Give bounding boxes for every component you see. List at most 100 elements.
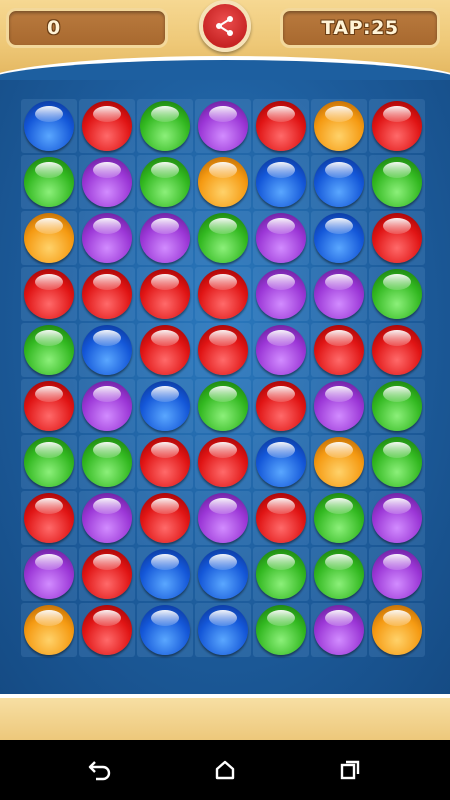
green-ball[interactable] <box>256 605 306 655</box>
purple-ball[interactable] <box>82 157 132 207</box>
orange-ball[interactable] <box>24 213 74 263</box>
grid-cell[interactable] <box>21 211 77 265</box>
grid-cell[interactable] <box>79 603 135 657</box>
blue-ball[interactable] <box>140 549 190 599</box>
purple-ball[interactable] <box>314 605 364 655</box>
grid-cell[interactable] <box>369 379 425 433</box>
green-ball[interactable] <box>314 493 364 543</box>
grid-cell[interactable] <box>369 491 425 545</box>
grid-cell[interactable] <box>195 99 251 153</box>
grid-cell[interactable] <box>369 603 425 657</box>
grid-cell[interactable] <box>21 379 77 433</box>
blue-ball[interactable] <box>82 325 132 375</box>
grid-cell[interactable] <box>253 99 309 153</box>
red-ball[interactable] <box>256 101 306 151</box>
green-ball[interactable] <box>314 549 364 599</box>
grid-cell[interactable] <box>21 155 77 209</box>
purple-ball[interactable] <box>140 213 190 263</box>
purple-ball[interactable] <box>198 101 248 151</box>
grid-cell[interactable] <box>137 323 193 377</box>
grid-cell[interactable] <box>311 267 367 321</box>
purple-ball[interactable] <box>372 493 422 543</box>
grid-cell[interactable] <box>79 491 135 545</box>
grid-cell[interactable] <box>79 547 135 601</box>
red-ball[interactable] <box>24 493 74 543</box>
blue-ball[interactable] <box>314 213 364 263</box>
red-ball[interactable] <box>24 269 74 319</box>
red-ball[interactable] <box>140 325 190 375</box>
green-ball[interactable] <box>372 157 422 207</box>
nav-home-button[interactable] <box>205 754 245 786</box>
grid-cell[interactable] <box>369 99 425 153</box>
grid-cell[interactable] <box>137 547 193 601</box>
purple-ball[interactable] <box>82 213 132 263</box>
grid-cell[interactable] <box>137 267 193 321</box>
grid-cell[interactable] <box>195 379 251 433</box>
grid-cell[interactable] <box>195 267 251 321</box>
grid-cell[interactable] <box>21 603 77 657</box>
red-ball[interactable] <box>372 213 422 263</box>
purple-ball[interactable] <box>372 549 422 599</box>
grid-cell[interactable] <box>21 323 77 377</box>
grid-cell[interactable] <box>253 491 309 545</box>
red-ball[interactable] <box>198 325 248 375</box>
red-ball[interactable] <box>372 325 422 375</box>
green-ball[interactable] <box>82 437 132 487</box>
grid-cell[interactable] <box>253 603 309 657</box>
red-ball[interactable] <box>140 437 190 487</box>
blue-ball[interactable] <box>256 157 306 207</box>
grid-cell[interactable] <box>195 435 251 489</box>
grid-cell[interactable] <box>195 547 251 601</box>
grid-cell[interactable] <box>79 435 135 489</box>
share-button[interactable] <box>199 0 251 52</box>
grid-cell[interactable] <box>137 379 193 433</box>
green-ball[interactable] <box>140 157 190 207</box>
grid-cell[interactable] <box>311 211 367 265</box>
orange-ball[interactable] <box>198 157 248 207</box>
purple-ball[interactable] <box>24 549 74 599</box>
grid-cell[interactable] <box>195 155 251 209</box>
blue-ball[interactable] <box>314 157 364 207</box>
grid-cell[interactable] <box>311 99 367 153</box>
red-ball[interactable] <box>140 493 190 543</box>
grid-cell[interactable] <box>195 211 251 265</box>
blue-ball[interactable] <box>140 381 190 431</box>
nav-recents-button[interactable] <box>330 754 370 786</box>
red-ball[interactable] <box>82 549 132 599</box>
orange-ball[interactable] <box>24 605 74 655</box>
red-ball[interactable] <box>256 381 306 431</box>
purple-ball[interactable] <box>314 269 364 319</box>
grid-cell[interactable] <box>79 99 135 153</box>
purple-ball[interactable] <box>256 213 306 263</box>
purple-ball[interactable] <box>82 381 132 431</box>
red-ball[interactable] <box>82 101 132 151</box>
orange-ball[interactable] <box>314 437 364 487</box>
purple-ball[interactable] <box>314 381 364 431</box>
grid-cell[interactable] <box>79 267 135 321</box>
grid-cell[interactable] <box>369 323 425 377</box>
green-ball[interactable] <box>372 437 422 487</box>
grid-cell[interactable] <box>195 491 251 545</box>
red-ball[interactable] <box>140 269 190 319</box>
red-ball[interactable] <box>198 437 248 487</box>
grid-cell[interactable] <box>253 267 309 321</box>
blue-ball[interactable] <box>198 605 248 655</box>
grid-cell[interactable] <box>253 547 309 601</box>
grid-cell[interactable] <box>21 435 77 489</box>
grid-cell[interactable] <box>21 99 77 153</box>
grid-cell[interactable] <box>253 435 309 489</box>
grid-cell[interactable] <box>311 435 367 489</box>
red-ball[interactable] <box>372 101 422 151</box>
grid-cell[interactable] <box>311 603 367 657</box>
purple-ball[interactable] <box>82 493 132 543</box>
purple-ball[interactable] <box>198 493 248 543</box>
grid-cell[interactable] <box>253 379 309 433</box>
purple-ball[interactable] <box>256 325 306 375</box>
green-ball[interactable] <box>24 325 74 375</box>
grid-cell[interactable] <box>79 323 135 377</box>
grid-cell[interactable] <box>21 491 77 545</box>
grid-cell[interactable] <box>369 211 425 265</box>
red-ball[interactable] <box>82 269 132 319</box>
red-ball[interactable] <box>314 325 364 375</box>
blue-ball[interactable] <box>24 101 74 151</box>
